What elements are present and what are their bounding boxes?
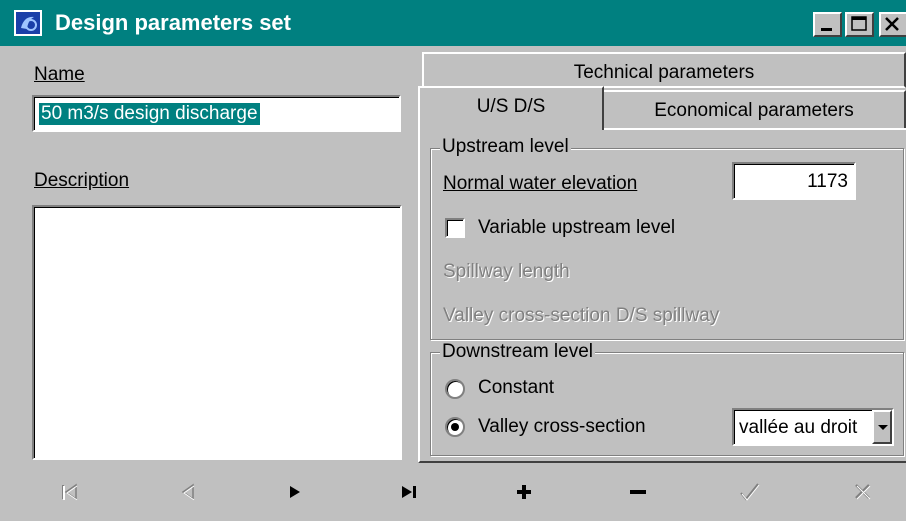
post-icon <box>740 483 760 501</box>
normal-water-elevation-label: Normal water elevation <box>443 173 637 195</box>
name-input-value: 50 m3/s design discharge <box>39 103 260 125</box>
post-edit-button[interactable] <box>730 472 770 512</box>
delete-record-button[interactable] <box>618 472 658 512</box>
next-record-button[interactable] <box>275 472 315 512</box>
window-title: Design parameters set <box>55 10 291 35</box>
constant-label[interactable]: Constant <box>478 377 554 399</box>
close-button[interactable] <box>879 12 906 37</box>
normal-water-elevation-input[interactable]: 1173 <box>732 162 856 200</box>
name-label-text: Name <box>34 64 85 85</box>
normal-water-elevation-text: Normal water elevation <box>443 173 638 194</box>
name-label: Name <box>34 64 85 86</box>
insert-record-button[interactable] <box>504 472 544 512</box>
valley-cross-section-radio[interactable] <box>445 417 465 437</box>
prior-record-button[interactable] <box>168 472 208 512</box>
cancel-edit-button[interactable] <box>843 472 883 512</box>
title-bar[interactable]: Design parameters set <box>0 0 906 46</box>
description-label: Description <box>34 170 129 192</box>
upstream-level-title: Upstream level <box>440 136 571 158</box>
maximize-icon <box>851 16 867 31</box>
minimize-button[interactable] <box>813 12 842 37</box>
insert-icon <box>517 485 531 499</box>
app-icon[interactable] <box>14 10 42 36</box>
tab-economical-parameters[interactable]: Economical parameters <box>604 90 906 128</box>
constant-radio[interactable] <box>445 379 465 399</box>
valley-cross-section-ds-spillway-label: Valley cross-section D/S spillway <box>443 305 720 326</box>
tab-economical-parameters-label: Economical parameters <box>654 100 854 121</box>
spillway-length-label: Spillway length <box>443 261 570 282</box>
design-parameters-window: Design parameters set Name 50 m3/s desig… <box>0 0 906 521</box>
tab-technical-parameters[interactable]: Technical parameters <box>422 52 906 88</box>
first-icon <box>62 483 78 501</box>
delete-icon <box>630 490 646 494</box>
valley-cross-section-label[interactable]: Valley cross-section <box>478 416 646 438</box>
maximize-button[interactable] <box>845 12 874 37</box>
dropdown-button[interactable] <box>872 410 892 444</box>
first-record-button[interactable] <box>50 472 90 512</box>
close-icon <box>885 17 899 31</box>
radio-selected-dot <box>451 423 459 431</box>
downstream-level-title: Downstream level <box>440 341 595 363</box>
prior-icon <box>181 483 195 501</box>
cancel-icon <box>855 484 871 500</box>
normal-water-elevation-value: 1173 <box>807 171 848 192</box>
name-input[interactable]: 50 m3/s design discharge <box>32 95 401 132</box>
tab-technical-parameters-label: Technical parameters <box>573 62 755 83</box>
tab-us-ds[interactable]: U/S D/S <box>418 86 604 130</box>
description-label-text: Description <box>34 170 130 191</box>
tab-us-ds-label: U/S D/S <box>476 96 546 117</box>
chevron-down-icon <box>878 425 888 430</box>
description-textarea[interactable] <box>32 205 402 460</box>
variable-upstream-label[interactable]: Variable upstream level <box>478 217 675 239</box>
minimize-icon <box>821 28 832 31</box>
last-icon <box>402 486 416 498</box>
last-record-button[interactable] <box>389 472 429 512</box>
variable-upstream-checkbox[interactable] <box>445 218 465 238</box>
valley-cross-section-select-value: vallée au droit <box>739 417 858 438</box>
next-icon <box>290 486 300 498</box>
valley-cross-section-select[interactable]: vallée au droit <box>732 408 894 446</box>
